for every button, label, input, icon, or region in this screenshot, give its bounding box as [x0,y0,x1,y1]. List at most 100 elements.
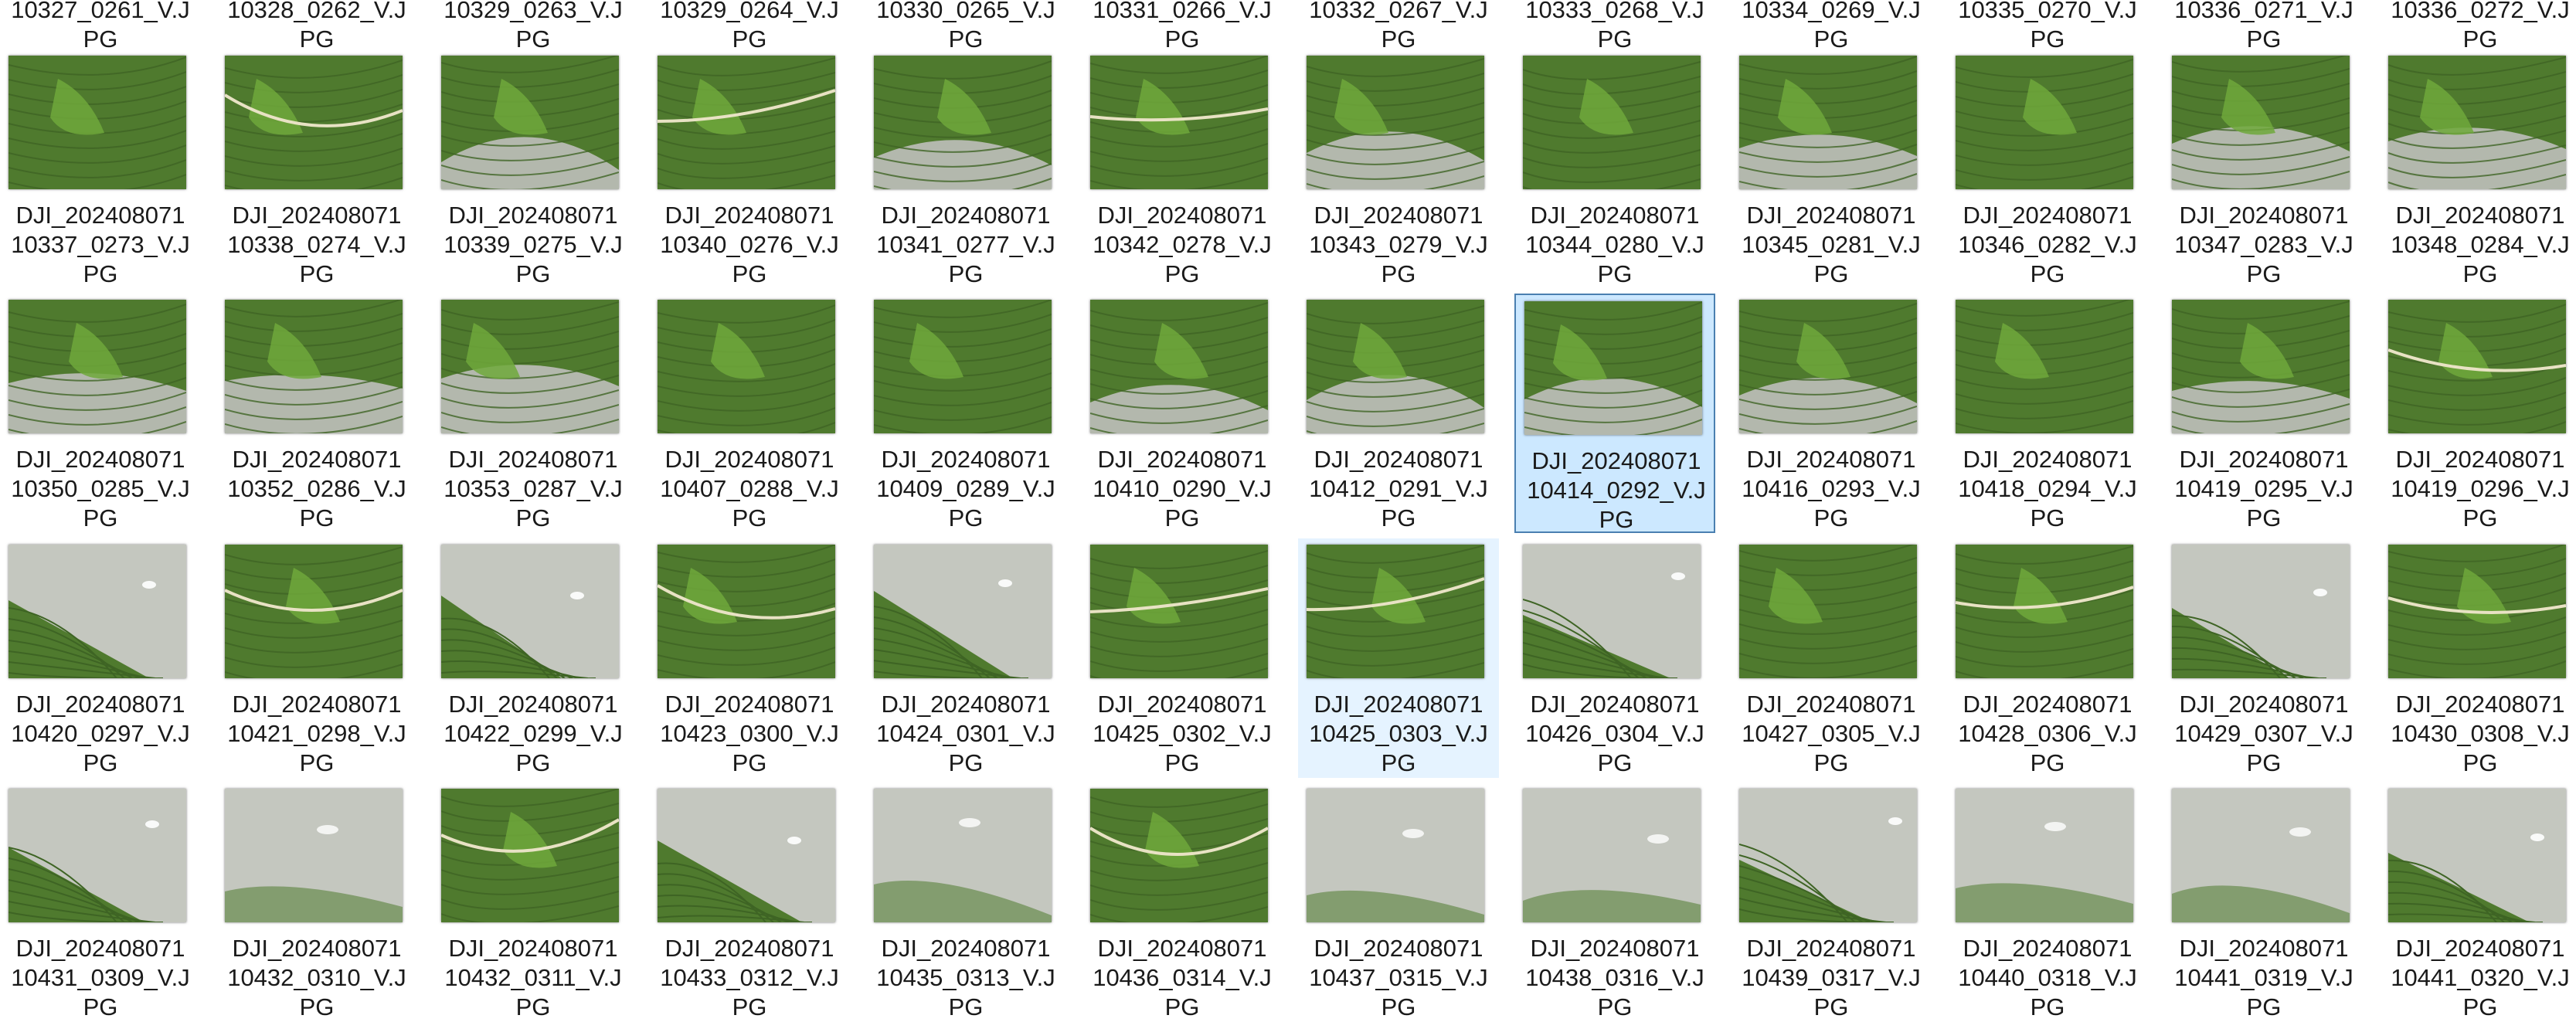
file-item[interactable]: 10329_0263_V.J PG [433,0,634,54]
file-thumbnail[interactable] [441,56,619,189]
file-thumbnail[interactable] [658,789,835,922]
file-item[interactable]: DJI_202408071 10421_0298_V.J PG [216,538,417,778]
file-thumbnail[interactable] [1090,545,1268,678]
file-thumbnail[interactable] [1523,789,1701,922]
file-item[interactable]: DJI_202408071 10423_0300_V.J PG [649,538,850,778]
file-item[interactable]: DJI_202408071 10342_0278_V.J PG [1082,49,1283,289]
file-item[interactable]: 10328_0262_V.J PG [216,0,417,54]
file-item[interactable]: DJI_202408071 10340_0276_V.J PG [649,49,850,289]
file-thumbnail[interactable] [1739,545,1917,678]
file-item[interactable]: DJI_202408071 10338_0274_V.J PG [216,49,417,289]
file-thumbnail[interactable] [2172,545,2350,678]
file-item[interactable]: DJI_202408071 10341_0277_V.J PG [865,49,1066,289]
file-item[interactable]: 10331_0266_V.J PG [1082,0,1283,54]
file-item[interactable]: DJI_202408071 10428_0306_V.J PG [1947,538,2148,778]
file-thumbnail[interactable] [1524,301,1702,435]
file-thumbnail[interactable] [1523,545,1701,678]
file-item[interactable]: DJI_202408071 10432_0311_V.J PG [433,783,634,1022]
file-item[interactable]: DJI_202408071 10441_0320_V.J PG [2380,783,2576,1022]
file-item[interactable]: DJI_202408071 10439_0317_V.J PG [1731,783,1932,1022]
file-thumbnail[interactable] [1956,545,2133,678]
file-thumbnail[interactable] [874,300,1052,433]
file-item[interactable]: DJI_202408071 10437_0315_V.J PG [1298,783,1499,1022]
file-item[interactable]: DJI_202408071 10412_0291_V.J PG [1298,294,1499,533]
file-thumbnail[interactable] [2172,300,2350,433]
file-item[interactable]: DJI_202408071 10418_0294_V.J PG [1947,294,2148,533]
file-item[interactable]: DJI_202408071 10430_0308_V.J PG [2380,538,2576,778]
file-thumbnail[interactable] [2388,300,2566,433]
file-item[interactable]: DJI_202408071 10429_0307_V.J PG [2163,538,2364,778]
file-thumbnail[interactable] [2388,545,2566,678]
file-thumbnail[interactable] [225,789,403,922]
file-item[interactable]: DJI_202408071 10426_0304_V.J PG [1514,538,1715,778]
file-item[interactable]: 10329_0264_V.J PG [649,0,850,54]
file-thumbnail[interactable] [2172,56,2350,189]
file-thumbnail[interactable] [2172,789,2350,922]
file-thumbnail[interactable] [658,300,835,433]
file-item[interactable]: DJI_202408071 10422_0299_V.J PG [433,538,634,778]
file-thumbnail[interactable] [225,545,403,678]
file-item[interactable]: DJI_202408071 10419_0296_V.J PG [2380,294,2576,533]
file-item[interactable]: DJI_202408071 10436_0314_V.J PG [1082,783,1283,1022]
file-item[interactable]: DJI_202408071 10346_0282_V.J PG [1947,49,2148,289]
file-item[interactable]: 10327_0261_V.J PG [0,0,201,54]
file-thumbnail[interactable] [1307,789,1484,922]
file-thumbnail[interactable] [874,789,1052,922]
file-item[interactable]: DJI_202408071 10410_0290_V.J PG [1082,294,1283,533]
file-thumbnail[interactable] [1956,56,2133,189]
file-item[interactable]: DJI_202408071 10414_0292_V.J PG [1514,294,1715,533]
file-thumbnail[interactable] [441,789,619,922]
file-thumbnail[interactable] [2388,789,2566,922]
file-thumbnail[interactable] [8,789,186,922]
file-item[interactable]: 10332_0267_V.J PG [1298,0,1499,54]
file-thumbnail[interactable] [658,545,835,678]
file-item[interactable]: DJI_202408071 10425_0302_V.J PG [1082,538,1283,778]
file-thumbnail[interactable] [2388,56,2566,189]
file-item[interactable]: DJI_202408071 10353_0287_V.J PG [433,294,634,533]
file-thumbnail[interactable] [1307,545,1484,678]
file-thumbnail[interactable] [1307,300,1484,433]
file-item[interactable]: DJI_202408071 10352_0286_V.J PG [216,294,417,533]
file-item[interactable]: 10333_0268_V.J PG [1514,0,1715,54]
file-item[interactable]: DJI_202408071 10345_0281_V.J PG [1731,49,1932,289]
file-item[interactable]: DJI_202408071 10420_0297_V.J PG [0,538,201,778]
file-item[interactable]: DJI_202408071 10441_0319_V.J PG [2163,783,2364,1022]
file-item[interactable]: DJI_202408071 10347_0283_V.J PG [2163,49,2364,289]
file-item[interactable]: DJI_202408071 10433_0312_V.J PG [649,783,850,1022]
file-thumbnail[interactable] [1523,56,1701,189]
file-thumbnail[interactable] [1956,300,2133,433]
file-item[interactable]: 10336_0271_V.J PG [2163,0,2364,54]
file-thumbnail[interactable] [441,545,619,678]
file-thumbnail[interactable] [658,56,835,189]
file-item[interactable]: DJI_202408071 10424_0301_V.J PG [865,538,1066,778]
file-item[interactable]: DJI_202408071 10407_0288_V.J PG [649,294,850,533]
file-thumbnail[interactable] [1739,789,1917,922]
file-thumbnail[interactable] [8,300,186,433]
file-item[interactable]: DJI_202408071 10419_0295_V.J PG [2163,294,2364,533]
file-item[interactable]: DJI_202408071 10344_0280_V.J PG [1514,49,1715,289]
file-item[interactable]: DJI_202408071 10427_0305_V.J PG [1731,538,1932,778]
file-item[interactable]: DJI_202408071 10431_0309_V.J PG [0,783,201,1022]
file-thumbnail[interactable] [441,300,619,433]
file-item[interactable]: DJI_202408071 10435_0313_V.J PG [865,783,1066,1022]
file-thumbnail[interactable] [1739,56,1917,189]
file-item[interactable]: 10334_0269_V.J PG [1731,0,1932,54]
file-item[interactable]: DJI_202408071 10350_0285_V.J PG [0,294,201,533]
file-item[interactable]: 10330_0265_V.J PG [865,0,1066,54]
file-thumbnail[interactable] [225,56,403,189]
file-item[interactable]: DJI_202408071 10343_0279_V.J PG [1298,49,1499,289]
file-thumbnail[interactable] [1956,789,2133,922]
file-thumbnail[interactable] [1090,56,1268,189]
file-item[interactable]: 10335_0270_V.J PG [1947,0,2148,54]
file-thumbnail[interactable] [1739,300,1917,433]
file-thumbnail[interactable] [1090,300,1268,433]
file-thumbnail[interactable] [225,300,403,433]
file-item[interactable]: DJI_202408071 10425_0303_V.J PG [1298,538,1499,778]
file-item[interactable]: DJI_202408071 10409_0289_V.J PG [865,294,1066,533]
file-thumbnail[interactable] [874,56,1052,189]
file-thumbnail[interactable] [1307,56,1484,189]
file-thumbnail[interactable] [874,545,1052,678]
file-item[interactable]: DJI_202408071 10339_0275_V.J PG [433,49,634,289]
file-item[interactable]: DJI_202408071 10348_0284_V.J PG [2380,49,2576,289]
file-item[interactable]: DJI_202408071 10337_0273_V.J PG [0,49,201,289]
